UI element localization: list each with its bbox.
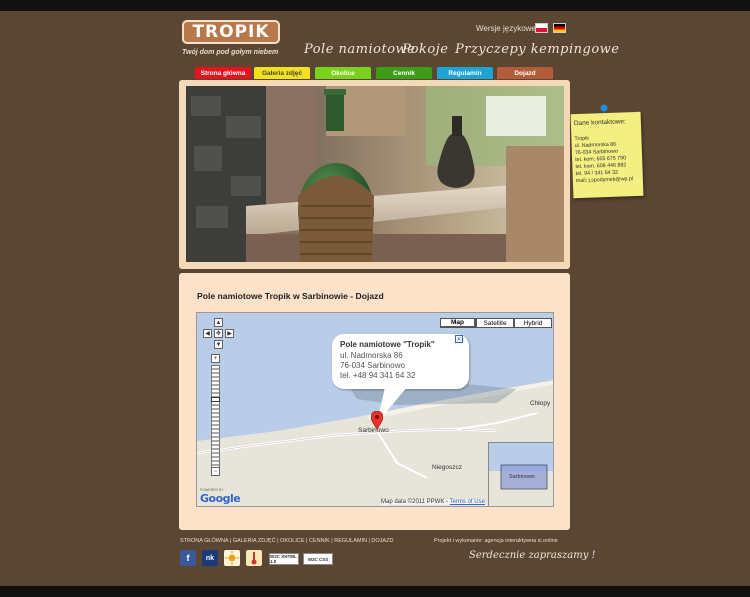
pan-down-button[interactable]: ▼ [214,340,223,349]
map-label-niegoszcz: Niegoszcz [432,464,462,471]
page-title: Pole namiotowe Tropik w Sarbinowie - Doj… [197,291,384,301]
info-bubble-line: 76-034 Sarbinowo [340,361,405,370]
map-type-satellite-button[interactable]: Satellite [476,318,514,328]
map-label-chlopy: Chłopy [530,400,551,407]
sun-icon[interactable] [224,550,240,566]
map-type-controls: Map Satellite Hybrid [440,318,552,328]
css-validator-badge[interactable]: W3C CSS [303,553,333,565]
zoom-slider-thumb[interactable] [211,397,220,402]
pan-right-button[interactable]: ▶ [225,329,234,338]
zoom-in-button[interactable]: + [211,354,220,363]
footer-nav[interactable]: STRONA GŁÓWNA | GALERIA ZDJĘĆ | OKOLICE … [180,538,393,544]
overview-label: Sarbinowo [509,474,535,480]
nav-pole-namiotowe[interactable]: Pole namiotowe [304,42,415,57]
welcome-text: Serdecznie zapraszamy ! [469,550,596,561]
tab-strona-glowna[interactable]: Strona główna [195,67,251,79]
nav-przyczepy[interactable]: Przyczepy kempingowe [455,42,620,57]
polish-flag-icon[interactable] [535,23,548,33]
info-bubble: Pole namiotowe "Tropik" ul. Nadmorska 86… [332,334,469,389]
pan-up-button[interactable]: ▲ [214,318,223,327]
bottom-bar [0,586,750,597]
map-type-map-button[interactable]: Map [440,318,476,328]
german-flag-icon[interactable] [553,23,566,33]
pan-center-button[interactable]: ✥ [214,329,223,338]
info-bubble-tail [377,387,407,423]
hero-photo [186,86,564,262]
info-bubble-line: tel. +48 94 341 64 32 [340,371,416,380]
close-icon[interactable]: ✕ [455,335,463,343]
tab-dojazd[interactable]: Dojazd [497,67,553,79]
contact-note-title: Dane kontaktowe: [573,118,627,128]
tab-okolice[interactable]: Okolice [315,67,371,79]
tab-regulamin[interactable]: Regulamin [437,67,493,79]
thermometer-icon[interactable] [246,550,262,566]
xhtml-validator-badge[interactable]: W3C XHTML 1.0 [269,553,299,565]
language-label: Wersje językowe: [476,24,539,33]
nav-pokoje[interactable]: Pokoje [402,42,448,57]
overview-map[interactable]: Sarbinowo [488,442,553,506]
map-type-hybrid-button[interactable]: Hybrid [514,318,552,328]
map-label-sarbinowo: Sarbinowo [358,427,389,434]
site-logo[interactable]: TROPIK [182,20,280,44]
footer-credits[interactable]: Projekt i wykonanie: agencja interaktywn… [434,538,558,544]
contact-email[interactable]: mail: j.spodymek@wp.pl [576,176,640,185]
tagline: Twój dom pod gołym niebem [182,49,279,56]
tab-galeria[interactable]: Galeria zdjęć [254,67,310,79]
contact-note: Dane kontaktowe: Tropik ul. Nadmorska 86… [570,111,644,199]
tab-cennik[interactable]: Cennik [376,67,432,79]
nk-icon[interactable]: nk [202,550,218,566]
google-map[interactable]: ▲ ◀ ✥ ▶ ▼ + − Map Satellite Hybrid Pole … [196,312,554,507]
facebook-icon[interactable]: f [180,550,196,566]
google-logo[interactable]: POWERED BY Google [200,488,241,505]
pan-left-button[interactable]: ◀ [203,329,212,338]
google-word: Google [200,492,241,505]
top-bar [0,0,750,11]
map-attribution: Map data ©2011 PPWK - Terms of Use [381,499,485,505]
zoom-slider[interactable] [211,365,220,469]
zoom-out-button[interactable]: − [211,467,220,476]
terms-of-use-link[interactable]: Terms of Use [450,499,485,505]
info-bubble-title: Pole namiotowe "Tropik" [340,340,435,349]
info-bubble-line: ul. Nadmorska 86 [340,351,403,360]
